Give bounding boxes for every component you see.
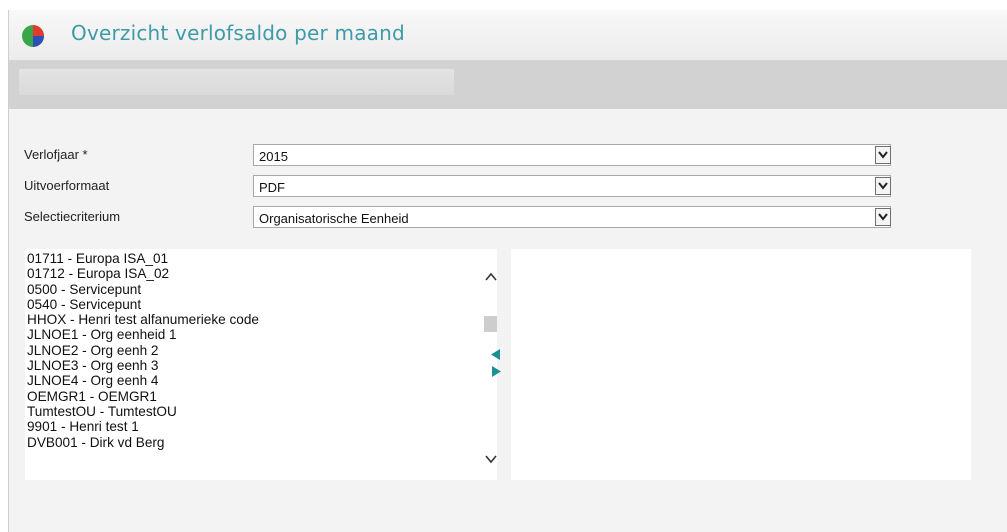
- chevron-down-icon: [878, 213, 888, 221]
- list-item[interactable]: JLNOE2 - Org eenh 2: [27, 343, 467, 358]
- verlofjaar-dropdown-button[interactable]: [875, 146, 891, 164]
- list-item[interactable]: TumtestOU - TumtestOU: [27, 404, 467, 419]
- list-item[interactable]: 0500 - Servicepunt: [27, 282, 467, 297]
- list-item[interactable]: JLNOE4 - Org eenh 4: [27, 373, 467, 388]
- list-item[interactable]: 0540 - Servicepunt: [27, 297, 467, 312]
- available-units-list[interactable]: 01711 - Europa ISA_01 01712 - Europa ISA…: [25, 249, 497, 480]
- selectiecriterium-dropdown-button[interactable]: [875, 208, 891, 226]
- move-right-arrow-icon[interactable]: [491, 366, 501, 377]
- scroll-up-icon[interactable]: [483, 270, 497, 284]
- verlofjaar-select[interactable]: 2015: [253, 144, 891, 166]
- list-item[interactable]: HHOX - Henri test alfanumerieke code: [27, 312, 467, 327]
- selectiecriterium-select[interactable]: Organisatorische Eenheid: [253, 206, 891, 228]
- toolbar: [9, 61, 1007, 109]
- scroll-down-icon[interactable]: [483, 452, 497, 466]
- page-header: Overzicht verlofsaldo per maand: [9, 10, 1007, 61]
- selected-units-list[interactable]: [511, 249, 971, 480]
- selectiecriterium-label: Selectiecriterium: [24, 209, 121, 224]
- page-title: Overzicht verlofsaldo per maand: [71, 21, 405, 45]
- list-item[interactable]: OEMGR1 - OEMGR1: [27, 389, 467, 404]
- list-items: 01711 - Europa ISA_01 01712 - Europa ISA…: [27, 251, 467, 450]
- list-item[interactable]: JLNOE3 - Org eenh 3: [27, 358, 467, 373]
- list-item[interactable]: DVB001 - Dirk vd Berg: [27, 435, 467, 450]
- app-window: Overzicht verlofsaldo per maand Verlofja…: [8, 10, 1007, 532]
- verlofjaar-label: Verlofjaar *: [24, 147, 88, 162]
- list-item[interactable]: 01712 - Europa ISA_02: [27, 266, 467, 281]
- toolbar-field[interactable]: [19, 69, 454, 95]
- uitvoerformaat-label: Uitvoerformaat: [24, 178, 110, 193]
- pie-chart-icon: [22, 25, 44, 47]
- uitvoerformaat-dropdown-button[interactable]: [875, 177, 891, 195]
- move-left-arrow-icon[interactable]: [491, 349, 501, 360]
- list-item[interactable]: 9901 - Henri test 1: [27, 419, 467, 434]
- chevron-down-icon: [878, 151, 888, 159]
- scrollbar-thumb[interactable]: [484, 316, 497, 332]
- list-item[interactable]: JLNOE1 - Org eenheid 1: [27, 327, 467, 342]
- chevron-down-icon: [878, 182, 888, 190]
- uitvoerformaat-select[interactable]: PDF: [253, 175, 891, 197]
- list-item[interactable]: 01711 - Europa ISA_01: [27, 251, 467, 266]
